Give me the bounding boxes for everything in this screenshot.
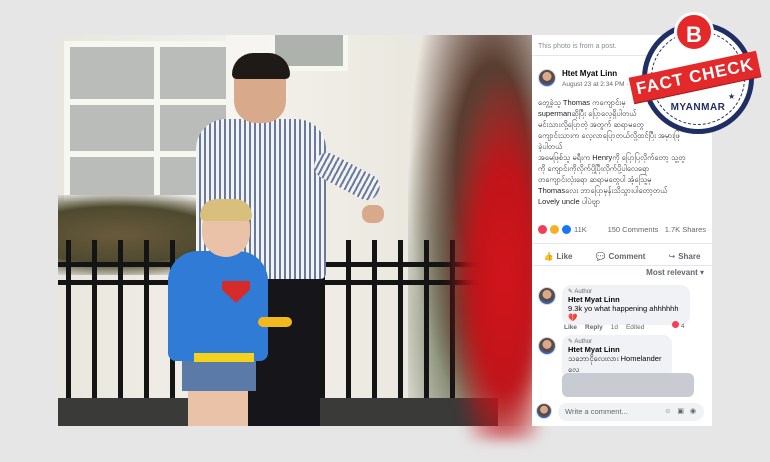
boy-figure [158,199,292,426]
comment-item: ✎ Author Htet Myat Linn သဘောငိုလေးလား Ho… [538,335,708,379]
comment-attached-image[interactable] [562,373,694,397]
shares-count[interactable]: 1.7K Shares [665,225,706,234]
engagement-counts: 150 Comments 1.7K Shares [608,225,706,234]
comment-age[interactable]: 1d [611,324,618,331]
reaction-count: 11K [574,225,587,234]
comment-meta: Like Reply 1d Edited [564,324,644,331]
love-reaction-icon [672,321,679,328]
thumbs-up-icon: 👍 [543,251,554,261]
viewer-avatar [536,403,552,419]
post-text-line: အမေဖြစ်သူ မရီးက Henryကို ပြောပြလိုက်တော့… [538,153,686,162]
comment-edited: Edited [625,324,645,331]
like-reaction-icon [562,225,571,234]
commenter-name[interactable]: Htet Myat Linn [568,295,684,304]
post-text-line: Thomasလေး ဘာပြောမှန်းသိသွားပါတော့တယ် [538,186,668,195]
post-timestamp[interactable]: August 23 at 2:34 PM · [562,81,628,88]
comment-bubble: ✎ Author Htet Myat Linn 9.3k yo what hap… [562,285,690,325]
commenter-name[interactable]: Htet Myat Linn [568,345,666,354]
haha-reaction-icon [550,225,559,234]
comment-like-link[interactable]: Like [564,324,577,331]
fact-check-stamp: ★ ★ MYANMAR FACT CHECK B [628,10,762,138]
comment-text: 9.3k yo what happening ahhhhhh💔 [568,304,679,322]
author-avatar[interactable] [538,69,556,87]
author-badge: ✎ Author [568,339,593,345]
commenter-avatar[interactable] [538,287,556,305]
post-text-line: တကျောင်းလုံးရော ဆရာမတွေပါ အံ့သြေ့မှ [538,175,652,184]
star-icon: ★ [728,92,736,101]
comment-bubble-icon: 💬 [595,251,606,261]
like-button[interactable]: 👍 Like [544,252,573,261]
toy-in-hand [258,317,292,327]
reaction-summary[interactable]: 11K [538,225,587,234]
comment-reaction-badge[interactable]: 4 [672,321,684,330]
photo-source-note: This photo is from a post. [538,43,617,50]
comments-count[interactable]: 150 Comments [608,225,659,234]
sort-label: Most relevant [646,268,698,277]
post-action-bar: 👍 Like 💬 Comment ↪ Share [532,247,712,265]
like-label: Like [556,251,573,261]
comment-item: ✎ Author Htet Myat Linn 9.3k yo what hap… [538,285,708,333]
comment-reply-link[interactable]: Reply [585,324,603,331]
divider [532,243,712,244]
divider [532,265,712,266]
commenter-avatar[interactable] [538,337,556,355]
love-reaction-icon [538,225,547,234]
post-text-line: ခဲ့ပါတယ် [538,142,563,151]
composer-icons[interactable]: ☺ ▣ ◉ [664,407,698,415]
red-blur-overlay [450,80,540,440]
share-button[interactable]: ↪ Share [669,252,701,261]
brand-logo: B [674,12,714,52]
comment-sort-dropdown[interactable]: Most relevant ▾ [646,268,704,277]
comment-placeholder: Write a comment... [565,407,628,416]
author-badge: ✎ Author [568,289,593,295]
chevron-down-icon: ▾ [699,268,704,277]
post-author-name[interactable]: Htet Myat Linn [562,69,617,78]
comment-button[interactable]: 💬 Comment [596,252,646,261]
share-arrow-icon: ↪ [668,251,676,261]
stamp-country: MYANMAR [670,102,726,113]
post-text-line: Lovely uncle ပါပဲဗျာ [538,197,601,206]
comment-reaction-count: 4 [680,323,685,330]
post-text-line: ကို ကျောင်းကိုလိုက်ပို့ပြီးလိုက်ပို့ပါလေ… [538,164,650,173]
comment-label: Comment [608,251,646,261]
share-label: Share [678,251,701,261]
write-comment-input[interactable]: Write a comment... ☺ ▣ ◉ [558,403,704,421]
